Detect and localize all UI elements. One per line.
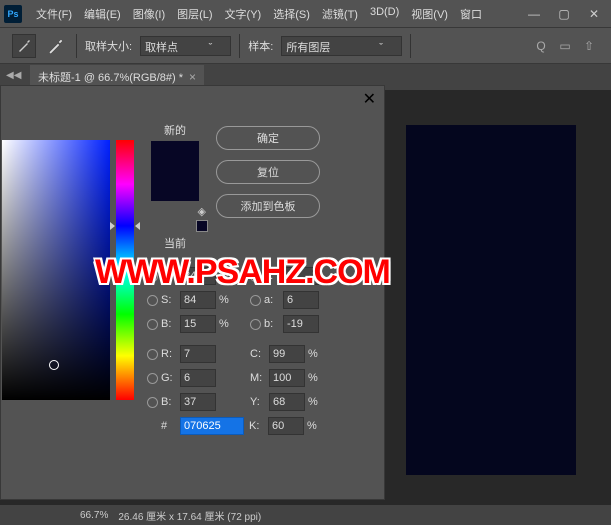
b-input[interactable] bbox=[180, 393, 216, 411]
c-input[interactable] bbox=[269, 345, 305, 363]
c-label: C: bbox=[250, 348, 266, 360]
l-radio[interactable] bbox=[250, 271, 261, 282]
separator bbox=[239, 34, 240, 58]
separator bbox=[410, 34, 411, 58]
sample-label: 样本: bbox=[248, 38, 273, 54]
sample-size-select[interactable]: 取样点 ˇ bbox=[140, 36, 231, 56]
h-label: H: bbox=[161, 270, 177, 282]
r-radio[interactable] bbox=[147, 349, 158, 360]
cube-icon[interactable]: ◈ bbox=[140, 205, 206, 218]
b-lab-label: b: bbox=[264, 318, 280, 330]
canvas-document[interactable] bbox=[406, 125, 576, 475]
a-radio[interactable] bbox=[250, 295, 261, 306]
hue-arrow-left bbox=[110, 222, 115, 230]
menu-view[interactable]: 视图(V) bbox=[405, 2, 454, 26]
menu-bar: 文件(F) 编辑(E) 图像(I) 图层(L) 文字(Y) 选择(S) 滤镜(T… bbox=[30, 2, 519, 26]
b-label: B: bbox=[161, 396, 177, 408]
k-input[interactable] bbox=[268, 417, 304, 435]
menu-layer[interactable]: 图层(L) bbox=[171, 2, 218, 26]
new-color-label: 新的 bbox=[140, 122, 210, 138]
color-field[interactable] bbox=[2, 140, 110, 400]
color-field-marker bbox=[49, 360, 59, 370]
k-label: K: bbox=[249, 420, 265, 432]
menu-image[interactable]: 图像(I) bbox=[127, 2, 171, 26]
pct-unit: % bbox=[308, 372, 324, 384]
ok-button[interactable]: 确定 bbox=[216, 126, 320, 150]
menu-select[interactable]: 选择(S) bbox=[267, 2, 316, 26]
current-color-label: 当前 bbox=[140, 235, 210, 251]
tool-preset-icon[interactable] bbox=[12, 34, 36, 58]
arrange-icon[interactable]: ▭ bbox=[555, 36, 575, 56]
s-label: S: bbox=[161, 294, 177, 306]
m-input[interactable] bbox=[269, 369, 305, 387]
l-label: L: bbox=[264, 270, 280, 282]
zoom-level[interactable]: 66.7% bbox=[80, 510, 108, 521]
separator bbox=[76, 34, 77, 58]
pct-unit: % bbox=[219, 294, 235, 306]
search-icon[interactable]: Q bbox=[531, 36, 551, 56]
share-icon[interactable]: ⇧ bbox=[579, 36, 599, 56]
status-bar: 66.7% 26.46 厘米 x 17.64 厘米 (72 ppi) bbox=[0, 505, 611, 525]
deg-unit: 度 bbox=[219, 268, 235, 284]
dialog-close-icon[interactable]: ✕ bbox=[363, 89, 376, 109]
pct-unit: % bbox=[308, 348, 324, 360]
hex-input[interactable] bbox=[180, 417, 244, 435]
dialog-header: ✕ bbox=[1, 86, 384, 112]
h-radio[interactable] bbox=[147, 271, 158, 282]
menu-type[interactable]: 文字(Y) bbox=[219, 2, 268, 26]
minimize-button[interactable]: — bbox=[519, 4, 549, 24]
menu-3d[interactable]: 3D(D) bbox=[364, 2, 405, 26]
window-controls: — ▢ ✕ bbox=[519, 4, 609, 24]
pct-unit: % bbox=[308, 396, 324, 408]
menu-edit[interactable]: 编辑(E) bbox=[78, 2, 127, 26]
b-radio[interactable] bbox=[147, 397, 158, 408]
bv-label: B: bbox=[161, 318, 177, 330]
expand-panels-icon[interactable]: ◀◀ bbox=[6, 70, 21, 81]
b-lab-radio[interactable] bbox=[250, 319, 261, 330]
a-input[interactable] bbox=[283, 291, 319, 309]
g-label: G: bbox=[161, 372, 177, 384]
add-swatch-button[interactable]: 添加到色板 bbox=[216, 194, 320, 218]
a-label: a: bbox=[264, 294, 280, 306]
hue-slider[interactable] bbox=[116, 140, 134, 400]
bv-input[interactable] bbox=[180, 315, 216, 333]
color-values: H: 度 L: S: % a: B: % bbox=[147, 264, 377, 438]
s-input[interactable] bbox=[180, 291, 216, 309]
tab-title: 未标题-1 @ 66.7%(RGB/8#) * bbox=[38, 69, 183, 85]
sample-size-label: 取样大小: bbox=[85, 38, 132, 54]
current-color-swatch[interactable] bbox=[151, 171, 199, 201]
m-label: M: bbox=[250, 372, 266, 384]
color-picker-dialog: ✕ 新的 ◈ 当前 确定 复位 添加到色板 H: bbox=[0, 85, 385, 500]
menu-file[interactable]: 文件(F) bbox=[30, 2, 78, 26]
tab-close-icon[interactable]: × bbox=[189, 70, 196, 84]
sample-select[interactable]: 所有图层 ˇ bbox=[281, 36, 402, 56]
l-input[interactable] bbox=[283, 267, 319, 285]
hash-label: # bbox=[161, 420, 177, 432]
g-radio[interactable] bbox=[147, 373, 158, 384]
reset-button[interactable]: 复位 bbox=[216, 160, 320, 184]
options-bar: 取样大小: 取样点 ˇ 样本: 所有图层 ˇ Q ▭ ⇧ bbox=[0, 28, 611, 64]
new-color-swatch bbox=[151, 141, 199, 171]
b-lab-input[interactable] bbox=[283, 315, 319, 333]
title-bar: Ps 文件(F) 编辑(E) 图像(I) 图层(L) 文字(Y) 选择(S) 滤… bbox=[0, 0, 611, 28]
eyedropper-icon bbox=[44, 34, 68, 58]
s-radio[interactable] bbox=[147, 295, 158, 306]
bv-radio[interactable] bbox=[147, 319, 158, 330]
doc-dimensions: 26.46 厘米 x 17.64 厘米 (72 ppi) bbox=[118, 508, 261, 523]
app-logo: Ps bbox=[4, 5, 22, 23]
restore-button[interactable]: ▢ bbox=[549, 4, 579, 24]
hue-arrow-right bbox=[135, 222, 140, 230]
y-input[interactable] bbox=[269, 393, 305, 411]
close-button[interactable]: ✕ bbox=[579, 4, 609, 24]
r-label: R: bbox=[161, 348, 177, 360]
tiny-swatch[interactable] bbox=[196, 220, 208, 232]
menu-window[interactable]: 窗口 bbox=[454, 2, 488, 26]
pct-unit: % bbox=[307, 420, 323, 432]
menu-filter[interactable]: 滤镜(T) bbox=[316, 2, 364, 26]
g-input[interactable] bbox=[180, 369, 216, 387]
h-input[interactable] bbox=[180, 267, 216, 285]
pct-unit: % bbox=[219, 318, 235, 330]
r-input[interactable] bbox=[180, 345, 216, 363]
y-label: Y: bbox=[250, 396, 266, 408]
